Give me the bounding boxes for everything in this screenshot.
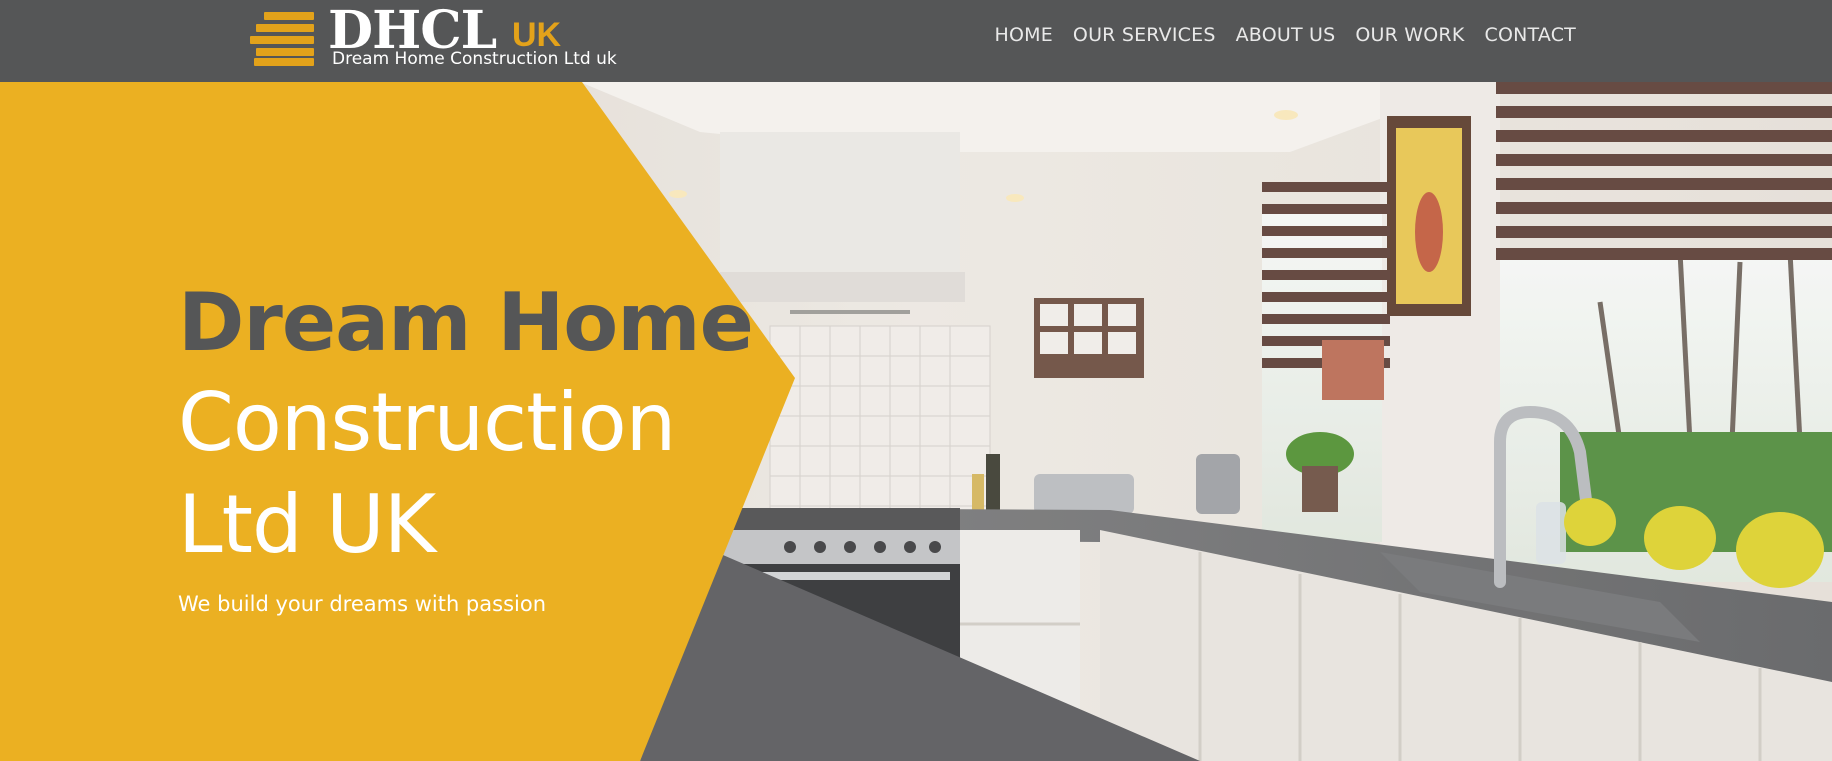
nav-contact[interactable]: CONTACT (1484, 24, 1576, 46)
nav-home[interactable]: HOME (994, 24, 1052, 46)
nav-our-services[interactable]: OUR SERVICES (1073, 24, 1216, 46)
hero-title-line3: Ltd UK (178, 478, 436, 571)
hero-heading-group: Dream Home Construction Ltd UK We build … (178, 274, 754, 616)
logo-tagline: Dream Home Construction Ltd uk (332, 49, 617, 69)
nav-our-work[interactable]: OUR WORK (1355, 24, 1464, 46)
logo-mark-icon (250, 12, 314, 66)
hero-title-line1: Dream Home (178, 276, 754, 369)
hero-tagline: We build your dreams with passion (178, 592, 547, 616)
nav-about-us[interactable]: ABOUT US (1236, 24, 1336, 46)
site-header: DHCL UK Dream Home Construction Ltd uk H… (0, 0, 1832, 82)
hero-banner: Dream Home Construction Ltd UK We build … (0, 82, 1832, 761)
main-nav: HOME OUR SERVICES ABOUT US OUR WORK CONT… (994, 24, 1576, 46)
logo[interactable]: DHCL UK Dream Home Construction Ltd uk (250, 0, 645, 72)
hero-title-line2: Construction (178, 376, 676, 469)
